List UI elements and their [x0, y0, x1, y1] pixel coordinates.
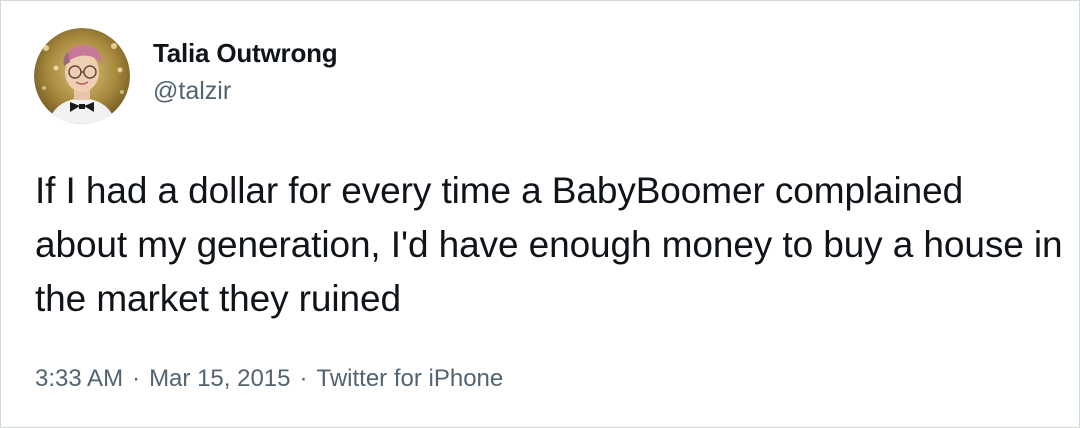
- tweet-text: If I had a dollar for every time a BabyB…: [35, 170, 1063, 319]
- tweet-header: Talia Outwrong @talzir: [34, 28, 338, 124]
- avatar[interactable]: [34, 28, 130, 124]
- tweet-card: Talia Outwrong @talzir If I had a dollar…: [0, 0, 1080, 428]
- tweet-meta: 3:33 AM · Mar 15, 2015 · Twitter for iPhone: [35, 363, 503, 395]
- user-names: Talia Outwrong @talzir: [153, 36, 338, 108]
- tweet-time[interactable]: 3:33 AM: [35, 365, 123, 392]
- tweet-source[interactable]: Twitter for iPhone: [316, 365, 503, 392]
- tweet-date[interactable]: Mar 15, 2015: [149, 365, 290, 392]
- display-name[interactable]: Talia Outwrong: [153, 36, 338, 70]
- meta-separator: ·: [299, 365, 308, 392]
- user-handle[interactable]: @talzir: [153, 74, 338, 108]
- meta-separator: ·: [132, 365, 141, 392]
